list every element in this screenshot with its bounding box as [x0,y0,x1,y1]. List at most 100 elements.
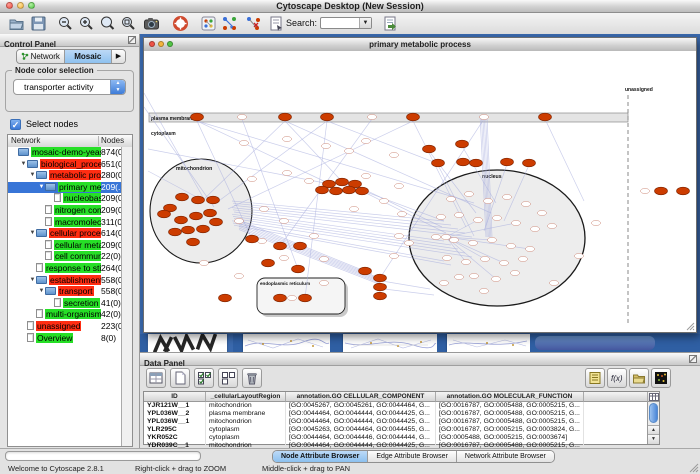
network-node-small[interactable] [437,214,446,219]
canvas-resize-grip[interactable] [687,323,694,330]
network-node[interactable] [316,186,329,194]
network-node-small[interactable] [440,280,449,285]
network-node[interactable] [158,210,171,218]
network-node-small[interactable] [575,253,584,258]
network-node[interactable] [210,218,223,226]
network-node[interactable] [374,283,387,291]
tree-row[interactable]: cellular metabo209(0) [8,240,121,252]
network-node-small[interactable] [345,148,354,153]
float-panel-icon[interactable] [128,36,136,44]
tree-row[interactable]: ▼establishment of lo558(0) [8,275,121,287]
table-row[interactable]: YJR121W__1mitochondrion[GO:0045267, GO:0… [144,402,647,410]
network-node[interactable] [262,259,275,267]
network-node[interactable] [343,186,356,194]
network-node[interactable] [423,145,436,153]
network-node-small[interactable] [442,234,451,239]
tab-network-attribute-browser[interactable]: Network Attribute Browser [457,451,554,462]
import-attributes-icon[interactable] [382,15,399,32]
attribute-editor-icon[interactable] [585,368,605,388]
network-node-small[interactable] [200,260,209,265]
network-node-small[interactable] [492,276,501,281]
network-node-small[interactable] [240,140,249,145]
network-node-small[interactable] [280,218,289,223]
tabs-overflow-arrow[interactable]: ▶ [112,50,125,63]
combobox-stepper-icon[interactable]: ▲▼ [110,80,125,94]
network-node-small[interactable] [511,270,520,275]
network-node-small[interactable] [405,240,414,245]
network-node-small[interactable] [235,273,244,278]
edit-connect-icon[interactable] [221,15,238,32]
network-node[interactable] [190,212,203,220]
network-node[interactable] [374,274,387,282]
network-node[interactable] [246,235,259,243]
network-node-small[interactable] [390,152,399,157]
zoom-out-icon[interactable] [57,15,74,32]
zoom-in-icon[interactable] [78,15,95,32]
network-node[interactable] [501,158,514,166]
network-node-small[interactable] [493,215,502,220]
network-node-small[interactable] [538,210,547,215]
float-panel-icon[interactable] [689,355,697,363]
network-node-small[interactable] [310,233,319,238]
network-node-small[interactable] [512,220,521,225]
network-node-small[interactable] [481,256,490,261]
tree-row[interactable]: ▼primary metabo209(... [8,182,121,194]
minimize-icon[interactable] [158,41,164,47]
network-node[interactable] [182,226,195,234]
search-input[interactable]: ▼ [320,17,372,29]
network-node-small[interactable] [592,220,601,225]
network-node-small[interactable] [500,260,509,265]
network-node[interactable] [191,113,204,121]
table-scrollbar[interactable]: ▲ ▼ [647,402,659,444]
expand-icon[interactable]: ▼ [20,159,27,171]
tab-network[interactable]: Network [17,50,65,63]
network-node-small[interactable] [390,253,399,258]
attribute-table[interactable]: ID_cellularLayoutRegionannotation.GO CEL… [143,391,660,445]
network-window-titlebar[interactable]: primary metabolic process [144,38,696,52]
network-canvas[interactable]: plasma membrane cytoplasm mitochondrion … [144,51,696,332]
network-node[interactable] [197,225,210,233]
network-node[interactable] [187,238,200,246]
network-node-small[interactable] [447,196,456,201]
network-node[interactable] [655,187,668,195]
node-color-combobox[interactable]: transporter activity ▲▼ [13,79,126,95]
expand-icon[interactable]: ▼ [29,275,36,287]
tree-row[interactable]: ▼metabolic process280(0) [8,170,121,182]
edit-delete-icon[interactable] [245,15,262,32]
network-node[interactable] [470,159,483,167]
network-node-small[interactable] [455,212,464,217]
tree-row[interactable]: macromolecule311(0) [8,217,121,229]
tree-row[interactable]: nucleobase-209(0) [8,193,121,205]
column-selector-icon[interactable] [647,392,659,402]
network-node[interactable] [274,242,287,250]
zoom-fit-icon[interactable] [120,15,137,32]
network-node-small[interactable] [283,136,292,141]
network-node-small[interactable] [531,226,540,231]
vizmapper-icon[interactable] [200,15,217,32]
attribute-matrix-icon[interactable] [651,368,671,388]
background-window-fragment[interactable] [447,334,530,352]
annotation-icon[interactable] [268,15,285,32]
scroll-down-icon[interactable]: ▼ [648,434,659,444]
zoom-button[interactable] [28,2,35,9]
network-node-small[interactable] [320,280,329,285]
tree-row[interactable]: response to stimulu264(0) [8,263,121,275]
table-scrollbar-thumb[interactable] [649,403,658,423]
network-node[interactable] [204,209,217,217]
network-node[interactable] [539,113,552,121]
unselect-attributes-icon[interactable] [218,368,238,388]
network-node-small[interactable] [469,240,478,245]
tree-row[interactable]: ▼biological_process651(0) [8,159,121,171]
table-column-header[interactable]: annotation.GO MOLECULAR_FUNCTION [436,392,584,402]
network-node-small[interactable] [248,176,257,181]
create-attribute-icon[interactable] [170,368,190,388]
network-node-small[interactable] [362,138,371,143]
tree-row[interactable]: mosaic-demo-yeast874(0) [8,147,121,159]
network-node[interactable] [523,159,536,167]
network-node[interactable] [299,294,312,302]
network-node[interactable] [175,216,188,224]
tree-row[interactable]: ▼cellular process614(0) [8,228,121,240]
network-node-small[interactable] [526,246,535,251]
tree-row[interactable]: multi-organism pro42(0) [8,309,121,321]
select-attributes-icon[interactable] [194,368,214,388]
